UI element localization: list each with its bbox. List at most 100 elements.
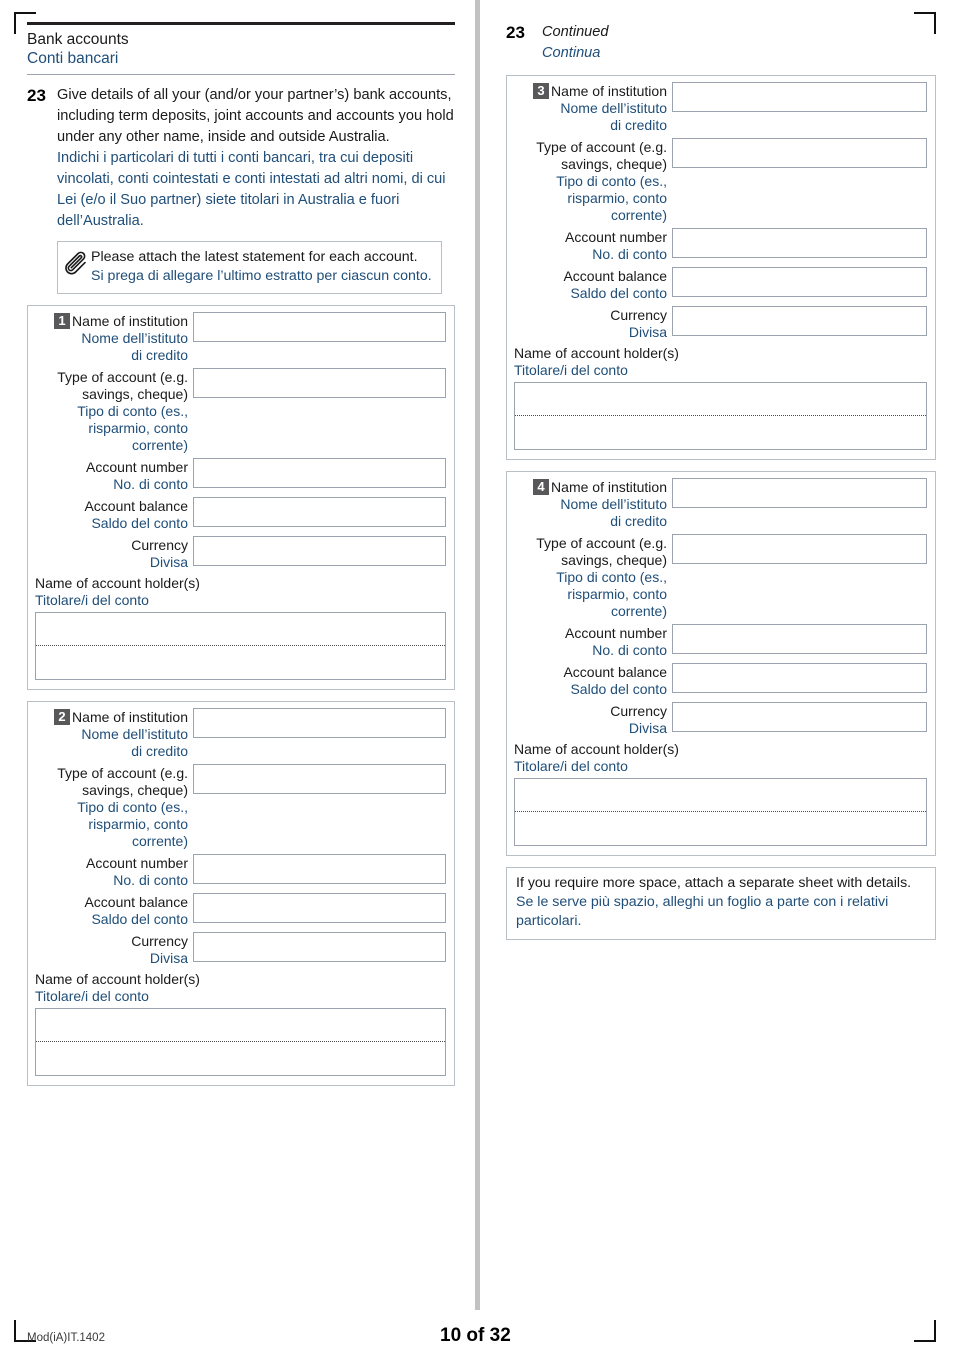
institution-label-it-2: di credito [610, 117, 667, 133]
account-card-2: 2 Name of institution Nome dell’istituto… [27, 701, 455, 1086]
account-balance-input[interactable] [193, 893, 446, 923]
account-number-input[interactable] [193, 854, 446, 884]
balance-label-it: Saldo del conto [91, 911, 188, 927]
institution-label: 1 Name of institution Nome dell’istituto… [35, 312, 193, 364]
type-label-en-2: savings, cheque) [561, 552, 667, 568]
field-row-type: Type of account (e.g. savings, cheque) T… [514, 138, 927, 224]
account-balance-input[interactable] [672, 267, 927, 297]
type-label-it-1: Tipo di conto (es., [77, 799, 188, 815]
type-label: Type of account (e.g. savings, cheque) T… [514, 534, 672, 620]
balance-label-en: Account balance [84, 498, 188, 514]
currency-label-en: Currency [131, 933, 188, 949]
field-row-balance: Account balance Saldo del conto [35, 893, 446, 928]
account-number-input[interactable] [193, 458, 446, 488]
question-body: Give details of all your (and/or your pa… [57, 85, 459, 232]
currency-label: Currency Divisa [35, 536, 193, 571]
balance-label-en: Account balance [84, 894, 188, 910]
account-number-input[interactable] [672, 624, 927, 654]
type-label-it-2: risparmio, conto [88, 420, 188, 436]
right-column: 23 Continued Continua 3 Name of institut… [506, 22, 936, 940]
number-label: Account number No. di conto [35, 854, 193, 889]
type-label-en-1: Type of account (e.g. [57, 765, 188, 781]
attachment-note-text: Please attach the latest statement for e… [91, 248, 432, 286]
number-label: Account number No. di conto [514, 624, 672, 659]
currency-input[interactable] [672, 306, 927, 336]
institution-label: 2 Name of institution Nome dell’istituto… [35, 708, 193, 760]
currency-label-en: Currency [610, 703, 667, 719]
footer-page-number: 10 of 32 [440, 1325, 511, 1346]
question-text-en: Give details of all your (and/or your pa… [57, 87, 454, 145]
holder-label-en: Name of account holder(s) [514, 741, 679, 757]
field-row-balance: Account balance Saldo del conto [35, 497, 446, 532]
note-text-en: Please attach the latest statement for e… [91, 249, 418, 265]
number-label-it: No. di conto [592, 642, 667, 658]
type-label-it-1: Tipo di conto (es., [556, 173, 667, 189]
holder-label-it: Titolare/i del conto [514, 362, 628, 378]
type-label-it-3: corrente) [131, 833, 188, 849]
institution-label-en: Name of institution [551, 479, 667, 495]
field-row-currency: Currency Divisa [514, 702, 927, 737]
holder-dotted-divider [36, 645, 445, 646]
account-balance-input[interactable] [193, 497, 446, 527]
type-label-it-2: risparmio, conto [88, 816, 188, 832]
continued-number: 23 [506, 23, 525, 42]
institution-input[interactable] [193, 312, 446, 342]
more-space-note: If you require more space, attach a sepa… [506, 867, 936, 940]
currency-label: Currency Divisa [35, 932, 193, 967]
currency-input[interactable] [193, 932, 446, 962]
institution-input[interactable] [672, 82, 927, 112]
type-label: Type of account (e.g. savings, cheque) T… [35, 764, 193, 850]
institution-input[interactable] [193, 708, 446, 738]
type-input[interactable] [672, 138, 927, 168]
account-number-input[interactable] [672, 228, 927, 258]
field-row-institution: 1 Name of institution Nome dell’istituto… [35, 312, 446, 364]
currency-label-it: Divisa [149, 554, 188, 570]
currency-label-it: Divisa [628, 720, 667, 736]
question-number: 23 [27, 86, 46, 105]
type-label-it-3: corrente) [610, 603, 667, 619]
institution-input[interactable] [672, 478, 927, 508]
holder-input[interactable] [514, 382, 927, 450]
field-row-number: Account number No. di conto [35, 854, 446, 889]
account-badge: 1 [54, 313, 71, 329]
account-balance-input[interactable] [672, 663, 927, 693]
balance-label: Account balance Saldo del conto [514, 663, 672, 698]
holder-label: Name of account holder(s) Titolare/i del… [514, 345, 927, 379]
type-label: Type of account (e.g. savings, cheque) T… [35, 368, 193, 454]
field-row-balance: Account balance Saldo del conto [514, 267, 927, 302]
institution-label-it-2: di credito [131, 743, 188, 759]
continued-body: Continued Continua [542, 22, 609, 64]
holder-label: Name of account holder(s) Titolare/i del… [514, 741, 927, 775]
column-divider [475, 0, 480, 1310]
currency-label-it: Divisa [628, 324, 667, 340]
holder-input[interactable] [35, 1008, 446, 1076]
field-row-currency: Currency Divisa [35, 536, 446, 571]
holder-label: Name of account holder(s) Titolare/i del… [35, 971, 446, 1005]
currency-label-en: Currency [131, 537, 188, 553]
left-column: Bank accounts Conti bancari 23 Give deta… [27, 22, 459, 1086]
currency-label-en: Currency [610, 307, 667, 323]
balance-label-en: Account balance [563, 268, 667, 284]
balance-label-it: Saldo del conto [91, 515, 188, 531]
field-row-institution: 4 Name of institution Nome dell’istituto… [514, 478, 927, 530]
type-input[interactable] [193, 368, 446, 398]
holder-label: Name of account holder(s) Titolare/i del… [35, 575, 446, 609]
institution-label-it-1: Nome dell’istituto [81, 330, 188, 346]
currency-input[interactable] [672, 702, 927, 732]
field-row-type: Type of account (e.g. savings, cheque) T… [35, 764, 446, 850]
type-input[interactable] [672, 534, 927, 564]
field-row-type: Type of account (e.g. savings, cheque) T… [514, 534, 927, 620]
number-label-it: No. di conto [113, 872, 188, 888]
footer-form-code: Mod(iA)IT.1402 [27, 1332, 105, 1344]
number-label-it: No. di conto [113, 476, 188, 492]
holder-label-it: Titolare/i del conto [35, 592, 149, 608]
account-badge: 4 [533, 479, 550, 495]
currency-label: Currency Divisa [514, 306, 672, 341]
number-label-en: Account number [86, 855, 188, 871]
field-row-number: Account number No. di conto [514, 624, 927, 659]
currency-input[interactable] [193, 536, 446, 566]
holder-input[interactable] [514, 778, 927, 846]
holder-input[interactable] [35, 612, 446, 680]
type-input[interactable] [193, 764, 446, 794]
account-badge: 3 [533, 83, 550, 99]
